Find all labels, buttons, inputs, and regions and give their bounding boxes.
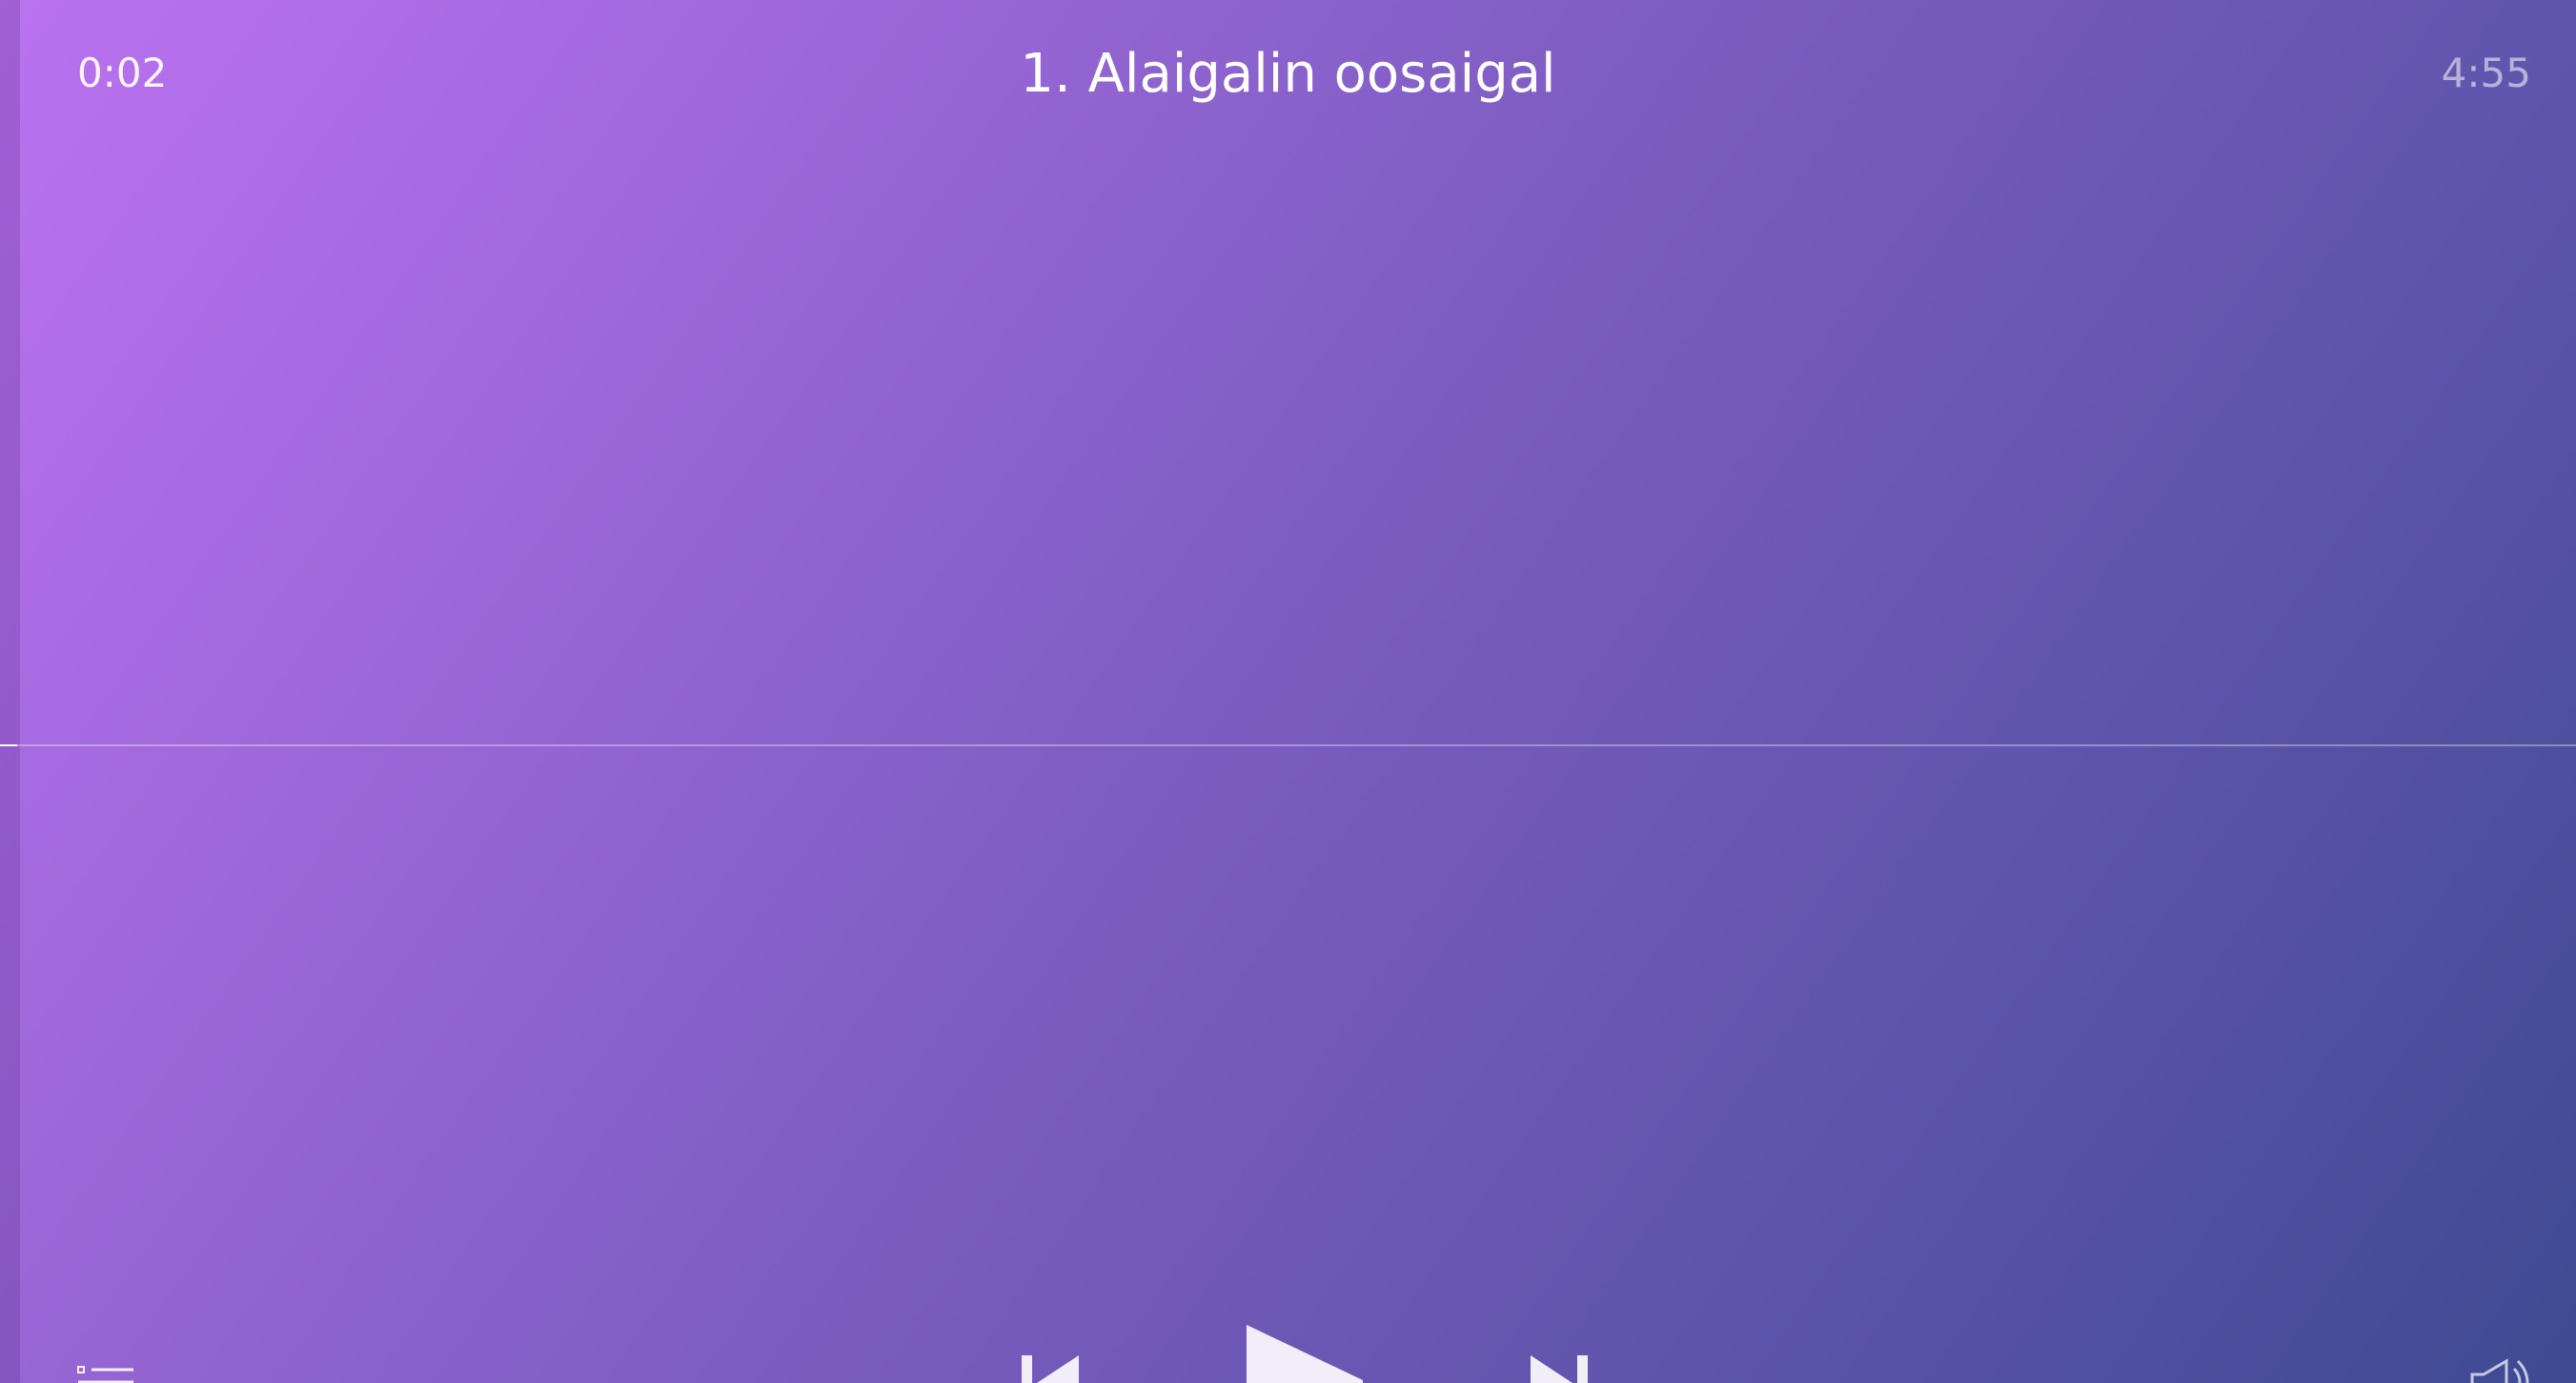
seek-bar[interactable] xyxy=(0,735,2576,756)
music-player: 0:02 1. Alaigalin oosaigal 4:55 xyxy=(0,0,2576,1383)
track-title: 1. Alaigalin oosaigal xyxy=(1020,43,1556,105)
next-track-button[interactable] xyxy=(1529,1353,1590,1383)
previous-track-button[interactable] xyxy=(1020,1353,1081,1383)
skip-next-icon xyxy=(1531,1355,1588,1383)
play-button[interactable] xyxy=(1245,1325,1365,1383)
left-edge-strip xyxy=(0,0,20,1383)
play-icon xyxy=(1247,1325,1363,1383)
volume-button[interactable] xyxy=(2470,1355,2529,1383)
total-duration: 4:55 xyxy=(2441,50,2531,96)
playlist-button[interactable] xyxy=(76,1361,137,1383)
playlist-icon xyxy=(77,1366,133,1383)
skip-previous-icon xyxy=(1022,1355,1079,1383)
volume-icon xyxy=(2470,1358,2529,1383)
